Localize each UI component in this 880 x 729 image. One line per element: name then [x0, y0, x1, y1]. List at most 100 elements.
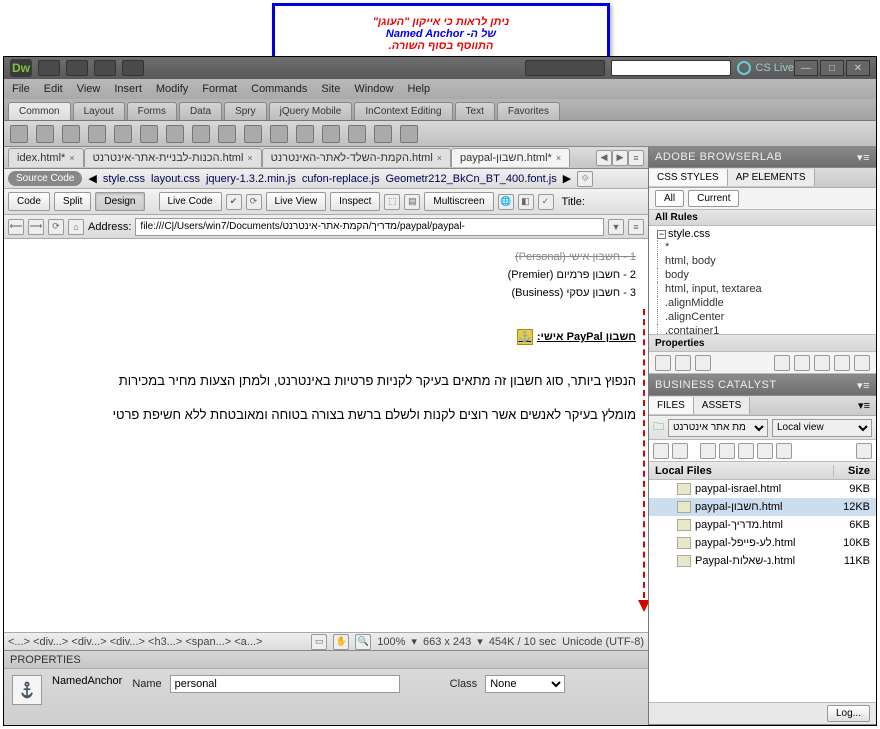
script-icon[interactable]	[348, 125, 366, 143]
css-rule[interactable]: .alignCenter	[653, 310, 872, 324]
tab-assets[interactable]: ASSETS	[694, 397, 750, 414]
caret-left-icon[interactable]: ◀	[88, 172, 96, 185]
ssi-icon[interactable]	[270, 125, 288, 143]
panel-menu-icon[interactable]: ▾≡	[857, 151, 870, 164]
validate-icon[interactable]: ✓	[538, 194, 554, 210]
visual-aids-icon[interactable]: ◧	[518, 194, 534, 210]
extend-dropdown[interactable]	[94, 60, 116, 76]
tab-ap-elements[interactable]: AP ELEMENTS	[728, 169, 815, 186]
close-icon[interactable]: ×	[247, 153, 252, 163]
split-view-button[interactable]: Split	[54, 192, 91, 211]
css-rule[interactable]: body	[653, 268, 872, 282]
tab-jquerymobile[interactable]: jQuery Mobile	[269, 102, 353, 120]
show-category-icon[interactable]	[655, 355, 671, 371]
named-anchor-icon[interactable]	[62, 125, 80, 143]
div-icon[interactable]	[140, 125, 158, 143]
tag-path[interactable]: <...> <div...> <div...> <div...> <h3...>…	[8, 636, 262, 648]
log-button[interactable]: Log...	[827, 705, 870, 722]
email-link-icon[interactable]	[36, 125, 54, 143]
hand-tool-icon[interactable]: ✋	[333, 634, 349, 650]
related-file[interactable]: Geometr212_BkCn_BT_400.font.js	[385, 173, 556, 185]
tab-css-styles[interactable]: CSS STYLES	[649, 169, 728, 186]
tab-favorites[interactable]: Favorites	[497, 102, 560, 120]
source-code-button[interactable]: Source Code	[8, 171, 82, 186]
workspace-selector[interactable]	[525, 60, 605, 76]
menu-view[interactable]: View	[77, 83, 101, 95]
doc-tab[interactable]: idex.html*×	[8, 148, 84, 167]
workspace-button[interactable]	[38, 60, 60, 76]
design-view-button[interactable]: Design	[95, 192, 144, 211]
comment-icon[interactable]	[296, 125, 314, 143]
menu-modify[interactable]: Modify	[156, 83, 188, 95]
menu-window[interactable]: Window	[354, 83, 393, 95]
class-select[interactable]: None	[485, 675, 565, 693]
image-icon[interactable]	[166, 125, 184, 143]
menu-commands[interactable]: Commands	[251, 83, 307, 95]
close-icon[interactable]: ×	[437, 153, 442, 163]
date-icon[interactable]	[244, 125, 262, 143]
tab-scroll-right-icon[interactable]: ▶	[612, 150, 628, 166]
name-input[interactable]	[170, 675, 400, 693]
show-list-icon[interactable]	[675, 355, 691, 371]
anchor-icon[interactable]: ⚓	[517, 329, 533, 345]
sync-icon[interactable]	[776, 443, 792, 459]
layout-dropdown[interactable]	[66, 60, 88, 76]
put-icon[interactable]	[719, 443, 735, 459]
minimize-button[interactable]: —	[794, 60, 818, 76]
filter-icon[interactable]: ⟐	[577, 171, 593, 187]
address-input[interactable]	[135, 218, 604, 236]
tab-common[interactable]: Common	[8, 102, 71, 120]
css-rule[interactable]: .alignMiddle	[653, 296, 872, 310]
tab-spry[interactable]: Spry	[224, 102, 267, 120]
file-row[interactable]: paypal-מדריך.html6KB	[649, 516, 876, 534]
file-row[interactable]: paypal-israel.html9KB	[649, 480, 876, 498]
delete-rule-icon[interactable]	[854, 355, 870, 371]
css-rules-tree[interactable]: −style.css * html, body body html, input…	[649, 226, 876, 334]
close-icon[interactable]: ×	[556, 153, 561, 163]
menu-edit[interactable]: Edit	[44, 83, 63, 95]
checkout-icon[interactable]	[738, 443, 754, 459]
tab-layout[interactable]: Layout	[73, 102, 125, 120]
zoom-value[interactable]: 100%	[377, 636, 405, 648]
back-icon[interactable]: ⟵	[8, 219, 24, 235]
check-icon[interactable]: ✔	[226, 194, 242, 210]
doc-tab[interactable]: הכנות-לבניית-אתר-אינטרנט.html×	[84, 148, 262, 167]
forward-icon[interactable]: ⟶	[28, 219, 44, 235]
edit-rule-icon[interactable]	[814, 355, 830, 371]
tab-files[interactable]: FILES	[649, 397, 694, 414]
size-col[interactable]: Size	[834, 465, 876, 477]
menu-help[interactable]: Help	[407, 83, 430, 95]
site-select[interactable]: מת אתר אינטרנט	[668, 419, 768, 437]
view-select[interactable]: Local view	[772, 419, 872, 437]
settings-icon[interactable]: ≡	[628, 219, 644, 235]
home-icon[interactable]: ⌂	[68, 219, 84, 235]
opt1-icon[interactable]: ⬚	[384, 194, 400, 210]
browser-preview-icon[interactable]: 🌐	[498, 194, 514, 210]
file-list[interactable]: paypal-israel.html9KBpaypal-חשבון.html12…	[649, 480, 876, 702]
disable-rule-icon[interactable]	[834, 355, 850, 371]
design-canvas[interactable]: 1 - חשבון אישי (Personal) 2 - חשבון פרמי…	[4, 239, 648, 632]
opt2-icon[interactable]: ▤	[404, 194, 420, 210]
collapse-icon[interactable]: −	[657, 230, 666, 239]
multiscreen-button[interactable]: Multiscreen	[424, 192, 493, 211]
maximize-button[interactable]: □	[820, 60, 844, 76]
file-row[interactable]: paypal-לע-פייפל.html10KB	[649, 534, 876, 552]
expand-icon[interactable]	[856, 443, 872, 459]
refresh-icon[interactable]	[672, 443, 688, 459]
doc-tab[interactable]: הקמת-השלד-לאתר-האינטרנט.html×	[262, 148, 451, 167]
live-view-button[interactable]: Live View	[266, 192, 327, 211]
zoom-tool-icon[interactable]: 🔍	[355, 634, 371, 650]
tab-data[interactable]: Data	[179, 102, 222, 120]
canvas-dimensions[interactable]: 663 x 243	[423, 636, 471, 648]
search-input[interactable]	[611, 60, 731, 76]
caret-right-icon[interactable]: ▶	[563, 172, 571, 185]
related-file[interactable]: cufon-replace.js	[302, 173, 380, 185]
file-row[interactable]: paypal-חשבון.html12KB	[649, 498, 876, 516]
css-rule[interactable]: .container1	[653, 324, 872, 334]
live-code-button[interactable]: Live Code	[159, 192, 222, 211]
attach-css-icon[interactable]	[774, 355, 790, 371]
related-file[interactable]: layout.css	[151, 173, 200, 185]
table-icon[interactable]	[114, 125, 132, 143]
head-icon[interactable]	[322, 125, 340, 143]
css-current-button[interactable]: Current	[688, 190, 739, 207]
